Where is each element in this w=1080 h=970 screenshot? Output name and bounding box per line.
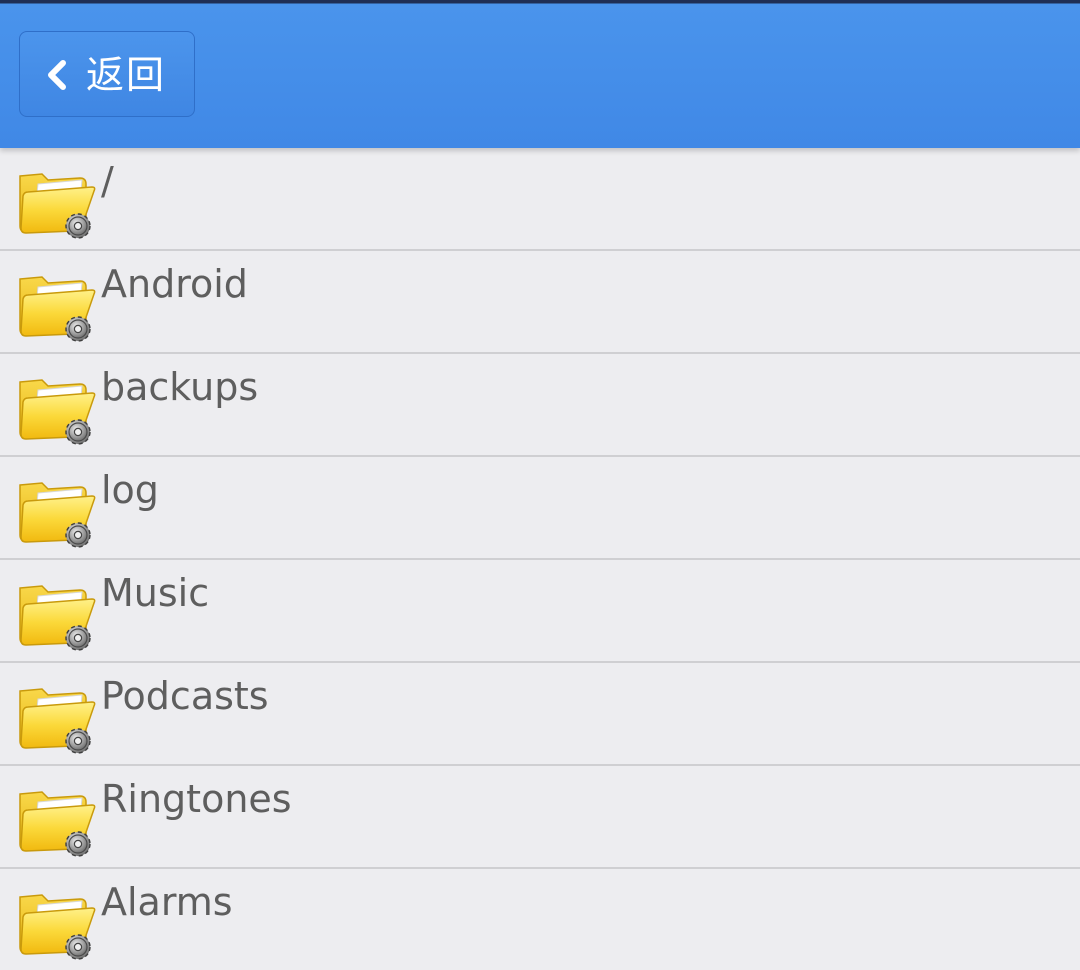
list-item[interactable]: Android <box>0 251 1080 354</box>
list-item[interactable]: Music <box>0 560 1080 663</box>
back-button-label: 返回 <box>86 53 167 97</box>
folder-list: / Android backups log Music Podcasts Rin… <box>0 148 1080 970</box>
app-screen: 返回 / Android backups log Music Podcasts <box>0 0 1080 970</box>
list-item[interactable]: Ringtones <box>0 766 1080 869</box>
back-button[interactable]: 返回 <box>19 31 195 117</box>
folder-gear-icon <box>14 675 98 759</box>
list-item-label: Android <box>101 262 248 306</box>
top-bar: 返回 <box>0 0 1080 148</box>
list-item[interactable]: Alarms <box>0 869 1080 970</box>
folder-gear-icon <box>14 469 98 553</box>
folder-gear-icon <box>14 881 98 965</box>
list-item[interactable]: log <box>0 457 1080 560</box>
list-item[interactable]: Podcasts <box>0 663 1080 766</box>
list-item-label: Ringtones <box>101 777 292 821</box>
folder-gear-icon <box>14 160 98 244</box>
folder-gear-icon <box>14 572 98 656</box>
list-item-label: backups <box>101 365 259 409</box>
folder-gear-icon <box>14 263 98 347</box>
folder-gear-icon <box>14 778 98 862</box>
list-item[interactable]: backups <box>0 354 1080 457</box>
chevron-left-icon <box>48 60 66 90</box>
list-item[interactable]: / <box>0 148 1080 251</box>
list-item-label: Podcasts <box>101 674 269 718</box>
list-item-label: Alarms <box>101 880 233 924</box>
list-item-label: / <box>101 159 114 203</box>
list-item-label: log <box>101 468 159 512</box>
list-item-label: Music <box>101 571 210 615</box>
folder-gear-icon <box>14 366 98 450</box>
